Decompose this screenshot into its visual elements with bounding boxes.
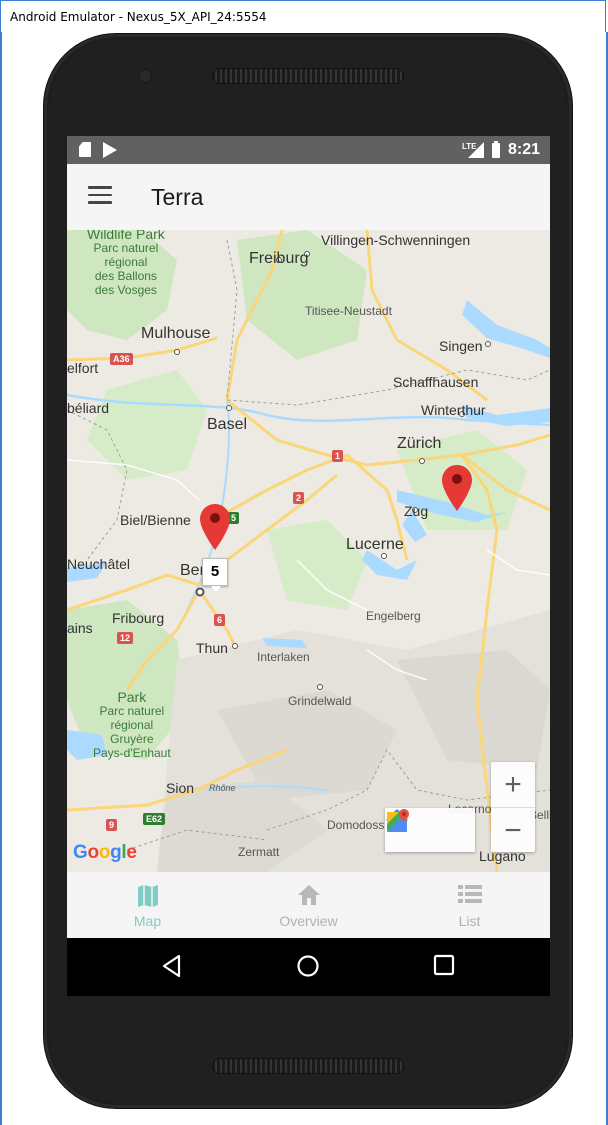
map-label: Sion [166, 780, 195, 796]
google-maps-icon[interactable] [387, 808, 475, 852]
map-label: Lucerne [346, 536, 404, 553]
map-label: Biel/Bienne [120, 512, 191, 528]
map-label: Neuchâtel [67, 556, 131, 572]
zoom-out-button[interactable]: − [491, 808, 535, 853]
zoom-in-button[interactable]: + [491, 762, 535, 808]
map-pin-icon[interactable] [200, 504, 230, 550]
map-label: Titisee-Neustadt [305, 304, 392, 318]
nav-item-list[interactable]: List [389, 872, 550, 938]
google-letter: o [87, 842, 99, 863]
battery-icon [491, 140, 500, 158]
map-label: béliard [67, 400, 110, 416]
status-time: 8:21 [507, 141, 540, 158]
home-button-icon[interactable] [296, 954, 320, 978]
window-title: Android Emulator - Nexus_5X_API_24:5554 [10, 10, 267, 24]
map-label: Grindelwald [288, 694, 352, 708]
map-label: Zürich [397, 435, 442, 452]
bottom-speaker [212, 1058, 404, 1074]
status-bar: LTE 8:21 [67, 136, 550, 164]
bottom-navigation: Map Overview List [67, 872, 550, 938]
map-label: Fribourg [112, 610, 165, 626]
app-bar: Terra [67, 164, 550, 230]
map-label: Zug [404, 503, 429, 519]
window-border-left [0, 32, 2, 1125]
emulator-window-titlebar: Android Emulator - Nexus_5X_API_24:5554 [0, 0, 606, 32]
google-letter: g [110, 842, 122, 863]
map-label: Schaffhausen [393, 374, 479, 390]
sd-card-icon [79, 142, 91, 157]
park-label-gruyere: Park Parc naturel régional Gruyère Pays-… [93, 690, 171, 760]
map-label: Domodoss [327, 818, 385, 832]
road-badge: 2 [293, 492, 305, 504]
park-line: régional [104, 255, 148, 269]
system-navigation-bar [67, 938, 550, 996]
list-icon [457, 885, 482, 903]
google-letter: G [73, 842, 88, 863]
google-letter: o [98, 842, 111, 863]
map-view[interactable]: Villingen-Schwenningen Freiburg Titisee-… [67, 230, 550, 872]
zoom-controls: + − [491, 762, 535, 852]
park-line: régional [110, 718, 154, 732]
menu-icon[interactable] [88, 186, 112, 206]
park-line: Parc naturel [99, 704, 165, 718]
nav-label: Overview [279, 913, 338, 929]
cluster-count-label[interactable]: 5 [202, 558, 228, 592]
map-label: Villingen-Schwenningen [321, 232, 471, 248]
play-store-icon [103, 142, 117, 158]
map-toolbar [385, 808, 475, 852]
nav-item-map[interactable]: Map [67, 872, 228, 938]
map-label: Thun [196, 640, 228, 656]
map-label: Basel [207, 416, 248, 433]
park-line: Pays-d'Enhaut [93, 746, 171, 760]
park-title: Wildlife Park [87, 230, 165, 242]
road-badge: E62 [143, 813, 166, 825]
nav-label: Map [133, 913, 162, 929]
device-screen: LTE 8:21 Terra Villingen-Schwenningen Fr… [67, 136, 550, 996]
google-attribution: Google [73, 842, 137, 864]
park-line: Parc naturel [93, 241, 159, 255]
map-label: elfort [67, 360, 99, 376]
map-icon [137, 885, 158, 907]
road-badge: 1 [332, 450, 344, 462]
park-line: des Ballons [94, 269, 157, 283]
earpiece-speaker [212, 68, 404, 84]
park-title: Park [117, 689, 147, 705]
map-pin-icon[interactable] [442, 465, 472, 511]
map-label: Rhône [209, 783, 236, 793]
map-label: Zermatt [238, 845, 280, 859]
nav-label: List [458, 913, 481, 929]
map-label: Interlaken [257, 650, 310, 664]
map-label: Singen [439, 338, 483, 354]
google-letter: e [126, 842, 137, 863]
back-icon[interactable] [161, 954, 183, 978]
park-label-vosges: Wildlife Park Parc naturel régional des … [87, 230, 165, 297]
road-badge: 6 [214, 614, 226, 626]
recents-icon[interactable] [433, 954, 455, 976]
app-title: Terra [151, 184, 204, 210]
road-badge: 12 [117, 632, 134, 644]
map-label: Engelberg [366, 609, 421, 623]
map-label: ains [67, 620, 93, 636]
front-camera [138, 69, 152, 83]
lte-signal-icon: LTE [462, 142, 484, 158]
home-icon [297, 885, 320, 905]
park-line: Gruyère [110, 732, 154, 746]
map-label: Winterthur [421, 402, 486, 418]
map-tiles [67, 230, 550, 872]
nav-item-overview[interactable]: Overview [228, 872, 389, 938]
park-line: des Vosges [94, 283, 157, 297]
map-label: Mulhouse [141, 325, 211, 342]
road-badge: A36 [110, 353, 133, 365]
map-label: Freiburg [249, 250, 309, 267]
network-type: LTE [461, 142, 477, 151]
road-badge: 9 [106, 819, 118, 831]
